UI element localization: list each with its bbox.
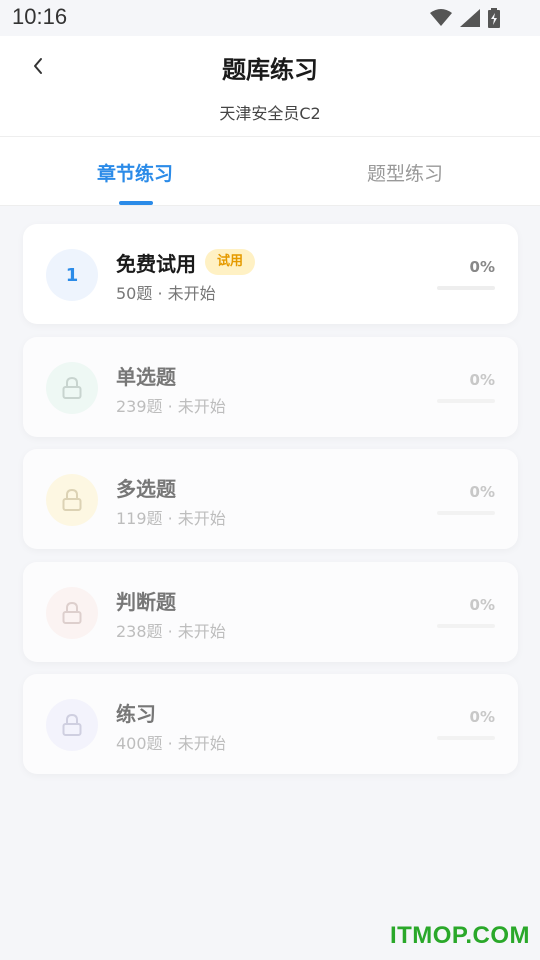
- chapter-title: 免费试用: [116, 252, 196, 276]
- status-time: 10:16: [12, 4, 68, 29]
- header: 题库练习 天津安全员C2: [0, 36, 540, 136]
- chapter-title: 练习: [116, 702, 156, 726]
- battery-icon: [488, 8, 500, 32]
- lock-icon: [46, 474, 98, 526]
- chapter-title: 多选题: [116, 477, 176, 501]
- tab-bar: 章节练习 题型练习: [0, 136, 540, 206]
- watermark: ITMOP.COM: [389, 922, 530, 949]
- chapter-percent: 0%: [469, 596, 495, 614]
- chapter-percent: 0%: [469, 483, 495, 501]
- chapter-title: 判断题: [116, 590, 176, 614]
- chapter-card-free-trial[interactable]: 1 免费试用 试用 50题 · 未开始 0%: [23, 224, 518, 324]
- chapter-progress-bar: [437, 624, 495, 628]
- lock-icon: [46, 362, 98, 414]
- chapter-percent: 0%: [469, 708, 495, 726]
- chapter-progress-bar: [437, 399, 495, 403]
- chapter-progress-bar: [437, 286, 495, 290]
- tab-question-type-practice[interactable]: 题型练习: [270, 137, 540, 207]
- chapter-percent: 0%: [469, 258, 495, 276]
- chapter-card-practice[interactable]: 练习 400题 · 未开始 0%: [23, 674, 518, 774]
- wifi-icon: [430, 9, 452, 31]
- lock-icon: [46, 587, 98, 639]
- tab-chapter-practice[interactable]: 章节练习: [0, 137, 270, 207]
- chapter-percent: 0%: [469, 371, 495, 389]
- status-bar: 10:16: [0, 0, 540, 36]
- chapter-index-badge: 1: [46, 249, 98, 301]
- chapter-subtitle: 239题 · 未开始: [116, 397, 226, 416]
- chapter-progress-bar: [437, 511, 495, 515]
- trial-badge: 试用: [205, 249, 256, 275]
- page-subtitle: 天津安全员C2: [219, 104, 321, 123]
- chapter-subtitle: 400题 · 未开始: [116, 734, 226, 753]
- chapter-card-multiple-choice[interactable]: 多选题 119题 · 未开始 0%: [23, 449, 518, 549]
- chapter-card-single-choice[interactable]: 单选题 239题 · 未开始 0%: [23, 337, 518, 437]
- lock-icon: [46, 699, 98, 751]
- active-tab-indicator: [119, 201, 153, 205]
- signal-icon: [460, 9, 480, 31]
- chapter-progress-bar: [437, 736, 495, 740]
- chapter-title: 单选题: [116, 365, 176, 389]
- chapter-subtitle: 238题 · 未开始: [116, 622, 226, 641]
- page-title: 题库练习: [222, 56, 318, 84]
- chapter-subtitle: 50题 · 未开始: [116, 284, 216, 303]
- chapter-subtitle: 119题 · 未开始: [116, 509, 226, 528]
- status-icons: [430, 8, 500, 32]
- chapter-card-true-false[interactable]: 判断题 238题 · 未开始 0%: [23, 562, 518, 662]
